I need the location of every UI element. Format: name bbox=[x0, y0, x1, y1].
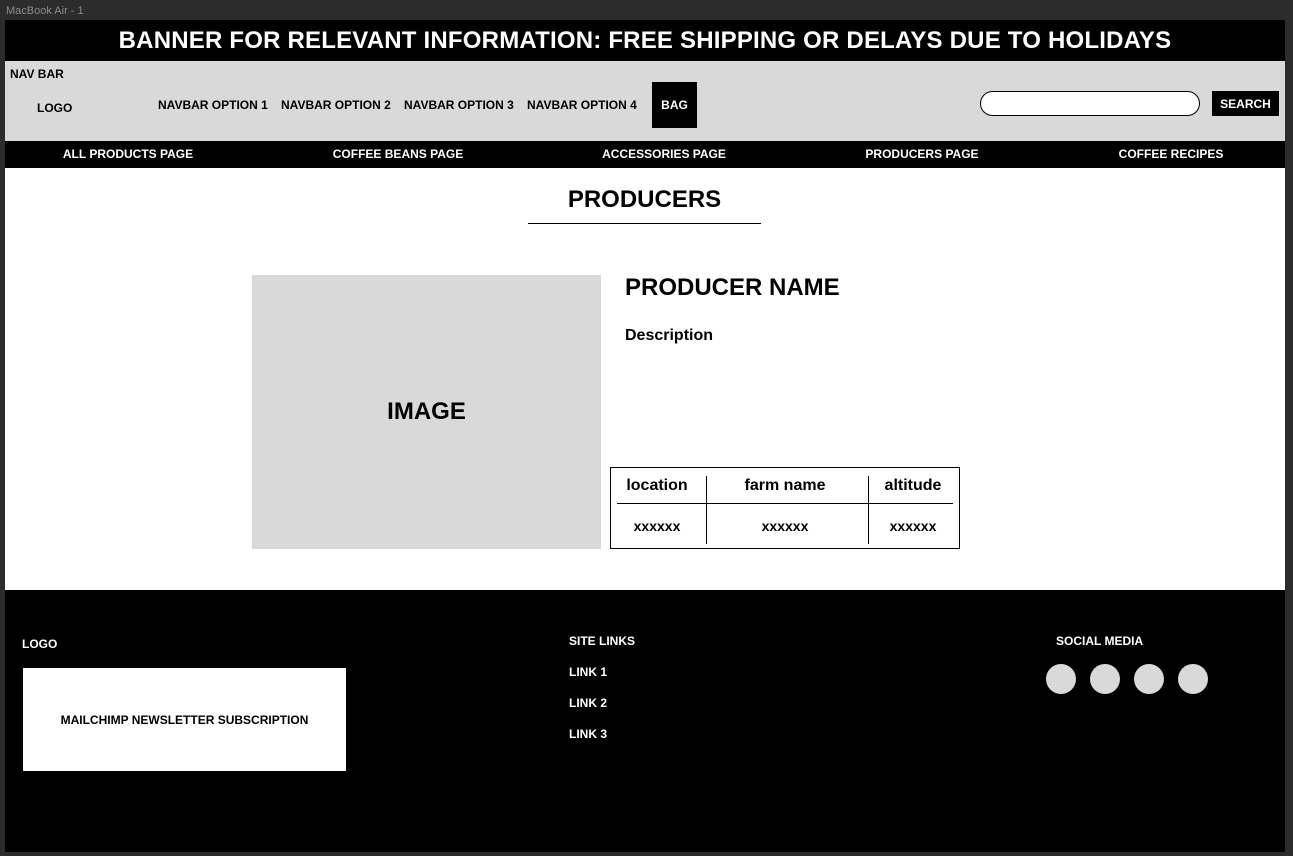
table-header-location: location bbox=[626, 477, 688, 494]
table-header-altitude: altitude bbox=[884, 477, 942, 494]
social-icon-3[interactable] bbox=[1134, 664, 1164, 694]
category-link-coffee-recipes[interactable]: COFFEE RECIPES bbox=[1119, 141, 1224, 168]
navbar-title: NAV BAR bbox=[10, 67, 64, 81]
table-cell-altitude: xxxxxx bbox=[889, 518, 937, 534]
canvas-frame-label: MacBook Air - 1 bbox=[6, 5, 84, 17]
banner-text: BANNER FOR RELEVANT INFORMATION: FREE SH… bbox=[118, 26, 1172, 54]
table-cell-location: xxxxxx bbox=[633, 518, 681, 534]
navbar-option-1[interactable]: NAVBAR OPTION 1 bbox=[158, 98, 268, 112]
social-icon-2[interactable] bbox=[1090, 664, 1120, 694]
producer-description: Description bbox=[625, 327, 714, 344]
table-cell-farm-name: xxxxxx bbox=[761, 518, 809, 534]
table-column-divider bbox=[706, 476, 707, 544]
category-link-accessories[interactable]: ACCESSORIES PAGE bbox=[602, 141, 726, 168]
announcement-banner: BANNER FOR RELEVANT INFORMATION: FREE SH… bbox=[5, 20, 1285, 61]
footer-link-1[interactable]: LINK 1 bbox=[569, 665, 607, 679]
search-button[interactable]: SEARCH bbox=[1212, 91, 1279, 116]
table-column-divider bbox=[868, 476, 869, 544]
image-label: IMAGE bbox=[387, 398, 466, 425]
footer: LOGO MAILCHIMP NEWSLETTER SUBSCRIPTION S… bbox=[5, 590, 1285, 852]
navbar: NAV BAR LOGO NAVBAR OPTION 1 NAVBAR OPTI… bbox=[5, 61, 1285, 141]
footer-link-3[interactable]: LINK 3 bbox=[569, 727, 607, 741]
navbar-option-3[interactable]: NAVBAR OPTION 3 bbox=[404, 98, 514, 112]
producer-name: PRODUCER NAME bbox=[625, 274, 840, 301]
category-nav: ALL PRODUCTS PAGE COFFEE BEANS PAGE ACCE… bbox=[5, 141, 1285, 168]
bag-button[interactable]: BAG bbox=[652, 82, 697, 128]
newsletter-subscription-box[interactable]: MAILCHIMP NEWSLETTER SUBSCRIPTION bbox=[23, 668, 346, 771]
category-link-producers[interactable]: PRODUCERS PAGE bbox=[865, 141, 978, 168]
table-header-farm-name: farm name bbox=[744, 477, 826, 494]
footer-logo[interactable]: LOGO bbox=[22, 637, 57, 651]
search-input[interactable] bbox=[980, 91, 1200, 116]
producer-image-placeholder: IMAGE bbox=[252, 275, 601, 549]
category-link-all-products[interactable]: ALL PRODUCTS PAGE bbox=[63, 141, 193, 168]
navbar-logo[interactable]: LOGO bbox=[37, 101, 72, 115]
page-title: PRODUCERS bbox=[528, 186, 761, 224]
newsletter-label: MAILCHIMP NEWSLETTER SUBSCRIPTION bbox=[60, 712, 309, 727]
producer-info-table: location farm name altitude xxxxxx xxxxx… bbox=[610, 467, 960, 549]
category-link-coffee-beans[interactable]: COFFEE BEANS PAGE bbox=[333, 141, 463, 168]
table-header-divider bbox=[617, 503, 953, 504]
bag-button-label: BAG bbox=[661, 98, 688, 112]
social-media-heading: SOCIAL MEDIA bbox=[1056, 634, 1144, 648]
social-icon-1[interactable] bbox=[1046, 664, 1076, 694]
navbar-option-4[interactable]: NAVBAR OPTION 4 bbox=[527, 98, 637, 112]
footer-link-2[interactable]: LINK 2 bbox=[569, 696, 607, 710]
search-button-label: SEARCH bbox=[1220, 96, 1271, 111]
site-links-heading: SITE LINKS bbox=[569, 634, 636, 648]
page-frame: BANNER FOR RELEVANT INFORMATION: FREE SH… bbox=[5, 20, 1285, 852]
navbar-option-2[interactable]: NAVBAR OPTION 2 bbox=[281, 98, 391, 112]
social-icon-4[interactable] bbox=[1178, 664, 1208, 694]
